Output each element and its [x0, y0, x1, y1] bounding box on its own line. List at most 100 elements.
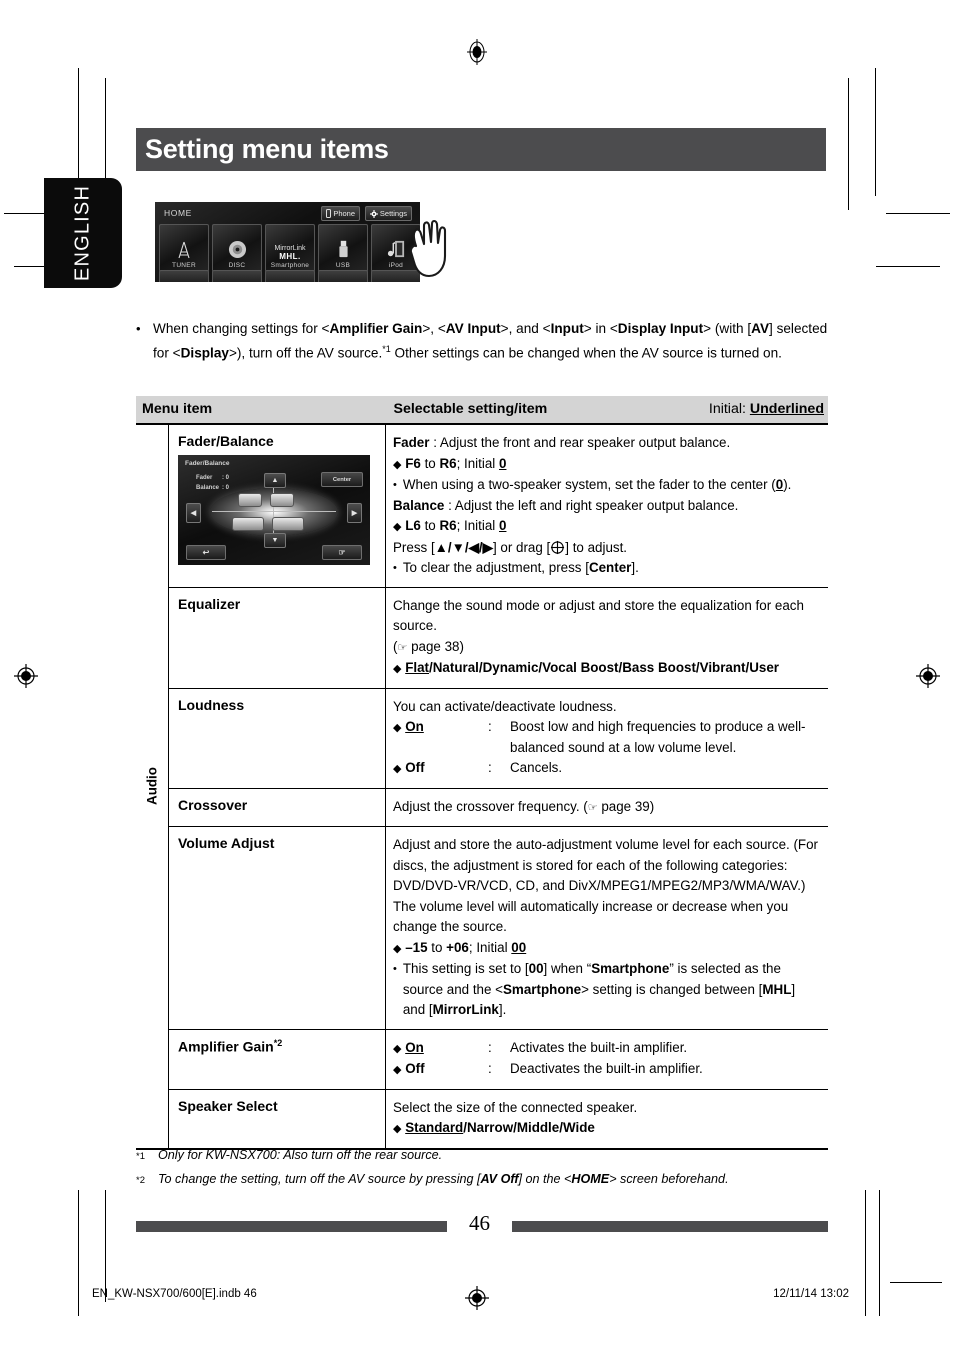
source-button-row: TUNER DISC MirrorLink MHL. Smartphone US… — [159, 224, 420, 272]
slug-rule — [890, 1282, 942, 1283]
description-cell-amplifier-gain: ◆ On : Activates the built-in amplifier.… — [385, 1029, 828, 1090]
amp-off-value: Deactivates the built-in amplifier. — [510, 1061, 703, 1076]
source-label: DISC — [228, 262, 246, 269]
clear-b: ]. — [631, 560, 639, 575]
mirrorlink-mhl-logo: MirrorLink MHL. — [274, 245, 305, 261]
amp-off-key: ◆ Off — [393, 1059, 488, 1081]
intro-note: • When changing settings for <Amplifier … — [136, 318, 828, 364]
source-label: Smartphone — [270, 262, 310, 269]
menu-item-cell: Equalizer — [168, 587, 386, 689]
fb-seat-rear-left — [232, 517, 264, 531]
phone-button: Phone — [321, 206, 360, 221]
fb-seat-front-right — [270, 493, 294, 507]
table-row: Crossover Adjust the crossover frequency… — [136, 788, 828, 827]
source-label: TUNER — [172, 262, 196, 269]
fader-range: ◆ F6 to R6; Initial 0 — [393, 454, 820, 476]
page-ref-icon: ☞ — [587, 801, 598, 814]
section-label-audio: Audio — [136, 424, 169, 1150]
header-initial-word: Underlined — [749, 401, 824, 417]
volume-note-text: This setting is set to [00] when “ Smartp… — [403, 959, 820, 1021]
registration-target-right — [916, 664, 940, 688]
section-label-text: Audio — [144, 767, 160, 806]
amp-on-key: ◆ On — [393, 1038, 488, 1060]
fader-rest: : Adjust the front and rear speaker outp… — [429, 435, 731, 450]
vn-b: 00 — [528, 961, 544, 976]
registration-target-top — [467, 39, 487, 65]
fader-line: Fader : Adjust the front and rear speake… — [393, 433, 820, 454]
ref-page: page 38) — [407, 638, 464, 654]
menu-item-cell: Fader/Balance Fader/Balance Fader: 0 Bal… — [168, 424, 386, 588]
loudness-on-label: On — [405, 719, 424, 734]
fb-center-button: Center — [321, 472, 363, 487]
balance-range-to: R6 — [439, 518, 457, 533]
clear-bold: Center — [588, 560, 632, 575]
volume-range-mid: to — [427, 939, 447, 955]
diamond-icon: ◆ — [393, 722, 402, 734]
amp-on-label: On — [405, 1039, 424, 1055]
vn-g: > setting is changed between [ — [581, 981, 763, 997]
menu-item-label: Amplifier Gain — [178, 1038, 274, 1055]
speaker-other-options: /Narrow/Middle/Wide — [463, 1120, 595, 1135]
table-row: Loudness You can activate/deactivate lou… — [136, 688, 828, 789]
registration-target-bottom — [465, 1286, 489, 1310]
source-button-row-2 — [159, 270, 420, 282]
volume-desc: Adjust and store the auto-adjustment vol… — [393, 837, 818, 934]
fader-initial-value: 0 — [499, 455, 507, 471]
antenna-icon — [178, 241, 190, 259]
description-cell-equalizer: Change the sound mode or adjust and stor… — [385, 587, 828, 689]
fb-fader-value: : 0 — [222, 475, 230, 481]
crop-mark-top-right-b — [848, 78, 849, 210]
equalizer-desc: Change the sound mode or adjust and stor… — [393, 596, 820, 637]
colon-separator: : — [488, 1039, 492, 1055]
crossover-desc: Adjust the crossover frequency. (☞ page … — [393, 797, 820, 819]
volume-note: • This setting is set to [00] when “Smart… — [393, 959, 820, 1021]
fader-note-text: When using a two-speaker system, set the… — [403, 475, 792, 496]
footnote-2-text: To change the setting, turn off the AV s… — [158, 1172, 729, 1186]
hand-pointer-icon — [409, 219, 447, 278]
header-selectable: Selectable setting/item Initial: Underli… — [385, 396, 828, 425]
fader-range-mid: to — [420, 455, 440, 471]
source-label: USB — [335, 262, 351, 269]
loudness-desc: You can activate/deactivate loudness. — [393, 698, 617, 714]
footer-rule-right — [512, 1221, 828, 1232]
balance-range-from: L6 — [405, 518, 421, 533]
bullet-icon: • — [393, 562, 397, 574]
vn-h: MHL — [762, 981, 792, 997]
diamond-icon: ◆ — [393, 1123, 402, 1135]
balance-rest: : Adjust the left and right speaker outp… — [444, 497, 739, 513]
loudness-on-key: ◆ On — [393, 717, 488, 758]
crop-mark-top-right-c — [886, 213, 950, 214]
home-label: HOME — [164, 208, 192, 218]
source-label: iPod — [388, 262, 404, 269]
fader-bold: Fader — [393, 435, 430, 450]
page-number: 46 — [469, 1211, 490, 1235]
source-button-partial — [159, 270, 209, 282]
colon-separator: : — [488, 1061, 492, 1076]
menu-item-cell: Loudness — [168, 688, 386, 789]
loudness-off-row: ◆ Off : Cancels. — [393, 758, 820, 780]
fader-balance-illustration: Fader/Balance Fader: 0 Balance: 0 Center… — [178, 455, 370, 565]
menu-item-cell: Speaker Select — [168, 1089, 386, 1150]
loudness-off-value: Cancels. — [510, 760, 563, 775]
loudness-off-label: Off — [405, 760, 425, 775]
intro-text: When changing settings for <Amplifier Ga… — [153, 321, 828, 361]
source-button-partial — [265, 270, 315, 282]
menu-item-label: Fader/Balance — [178, 433, 274, 449]
volume-initial-value: 00 — [511, 939, 527, 955]
balance-bold: Balance — [393, 497, 445, 513]
header-initial-note: Initial: Underlined — [709, 401, 828, 417]
header-selectable-label: Selectable setting/item — [393, 401, 548, 417]
vn-c: ] when “ — [543, 961, 592, 976]
source-button-disc: DISC — [212, 224, 262, 272]
vn-f: Smartphone — [503, 981, 582, 997]
diamond-icon: ◆ — [393, 458, 402, 471]
fb-back-button: ↩ — [186, 545, 226, 560]
crop-mark-top-right-a — [875, 68, 876, 196]
language-tab: ENGLISH — [44, 178, 122, 288]
balance-initial-value: 0 — [499, 518, 507, 533]
vn-a: This setting is set to [ — [402, 961, 529, 976]
speaker-default-option: Standard — [405, 1120, 464, 1135]
description-cell-volume-adjust: Adjust and store the auto-adjustment vol… — [385, 826, 828, 1030]
source-button-partial — [318, 270, 368, 282]
footnote-2: *2 To change the setting, turn off the A… — [136, 1168, 836, 1192]
